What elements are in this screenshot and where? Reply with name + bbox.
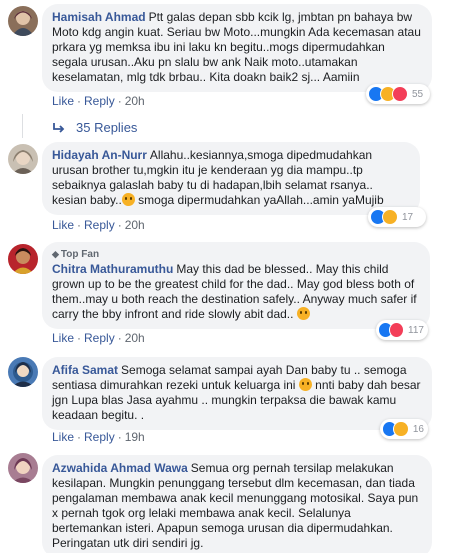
avatar[interactable]: [8, 453, 38, 483]
comment-bubble: ◆ Top Fan Chitra Mathuramuthu May this dad…: [42, 242, 430, 329]
reaction-count: 55: [412, 88, 424, 100]
comment-bubble: Hidayah An-Nurr Allahu..kesiannya,smoga d…: [42, 142, 420, 215]
comment-time[interactable]: 19h: [125, 430, 145, 444]
comment-text-cont: smoga dipermudahkan yaAllah...amin yaMuj…: [134, 193, 384, 207]
avatar[interactable]: [8, 6, 38, 36]
replies-label[interactable]: 35 Replies: [76, 120, 137, 135]
top-fan-badge: ◆ Top Fan: [52, 249, 100, 260]
avatar[interactable]: [8, 144, 38, 174]
reply-link[interactable]: Reply: [84, 430, 115, 444]
comment-time[interactable]: 20h: [125, 218, 145, 232]
comment-time[interactable]: 20h: [125, 94, 145, 108]
reaction-summary[interactable]: 17: [368, 207, 426, 227]
reaction-summary[interactable]: 16: [380, 419, 428, 439]
reaction-count: 16: [412, 423, 424, 435]
diamond-icon: ◆: [52, 249, 59, 259]
like-link[interactable]: Like: [52, 218, 74, 232]
sad-icon: [382, 209, 398, 225]
comment-author[interactable]: Azwahida Ahmad Wawa: [52, 461, 188, 475]
comment-actions: Like · Reply · 20h: [52, 94, 145, 108]
reply-arrow-icon: [53, 122, 65, 133]
comment-actions: Like · Reply · 20h: [52, 218, 145, 232]
reply-link[interactable]: Reply: [84, 94, 115, 108]
like-link[interactable]: Like: [52, 430, 74, 444]
avatar[interactable]: [8, 244, 38, 274]
sad-emoji-icon: [298, 378, 312, 391]
comment-bubble: Hamisah Ahmad Ptt galas depan sbb kcik lg…: [42, 4, 432, 92]
love-icon: [389, 322, 405, 338]
comment-author[interactable]: Chitra Mathuramuthu: [52, 262, 173, 276]
comment-bubble: Azwahida Ahmad Wawa Semua org pernah ters…: [42, 455, 432, 553]
like-link[interactable]: Like: [52, 331, 74, 345]
comment-actions: Like · Reply · 20h: [52, 331, 145, 345]
reply-link[interactable]: Reply: [84, 218, 115, 232]
comment-author[interactable]: Hidayah An-Nurr: [52, 148, 147, 162]
like-link[interactable]: Like: [52, 94, 74, 108]
avatar[interactable]: [8, 357, 38, 387]
comment-bubble: Afifa Samat Semoga selamat sampai ayah Da…: [42, 357, 432, 430]
sad-emoji-icon: [121, 193, 135, 206]
reaction-count: 117: [408, 324, 424, 336]
reaction-count: 17: [402, 211, 414, 223]
comment-actions: Like · Reply · 19h: [52, 430, 145, 444]
comment-time[interactable]: 20h: [125, 331, 145, 345]
reaction-summary[interactable]: 55: [366, 84, 430, 104]
reply-link[interactable]: Reply: [84, 331, 115, 345]
comment-author[interactable]: Hamisah Ahmad: [52, 10, 146, 24]
view-replies-link[interactable]: 35 Replies: [52, 120, 137, 135]
reaction-summary[interactable]: 117: [376, 320, 428, 340]
comment-author[interactable]: Afifa Samat: [52, 363, 118, 377]
sad-emoji-icon: [296, 307, 310, 320]
sad-icon: [393, 421, 409, 437]
thread-line: [22, 114, 23, 138]
love-icon: [392, 86, 408, 102]
